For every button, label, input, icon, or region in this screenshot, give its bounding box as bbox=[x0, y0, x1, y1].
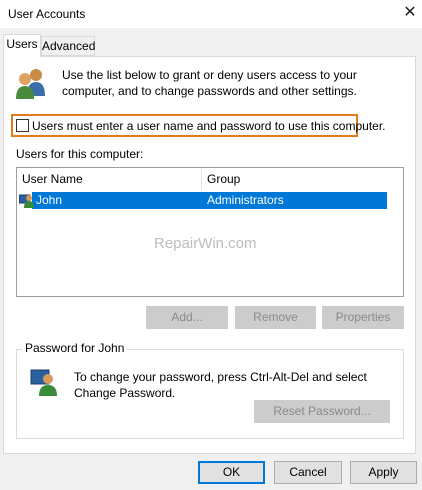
watermark: RepairWin.com bbox=[154, 235, 257, 252]
column-header-user-name[interactable]: User Name bbox=[22, 172, 83, 186]
users-list-label: Users for this computer: bbox=[16, 147, 144, 161]
password-group-title: Password for John bbox=[22, 341, 128, 355]
require-password-checkbox[interactable] bbox=[16, 119, 29, 132]
ok-button[interactable]: OK bbox=[198, 461, 265, 484]
password-instructions: To change your password, press Ctrl-Alt-… bbox=[74, 370, 367, 400]
column-separator[interactable] bbox=[201, 168, 202, 190]
tab-users[interactable]: Users bbox=[3, 34, 41, 57]
column-header-group[interactable]: Group bbox=[207, 172, 240, 186]
password-user-icon bbox=[30, 368, 58, 396]
require-password-label[interactable]: Users must enter a user name and passwor… bbox=[32, 119, 386, 133]
cancel-button[interactable]: Cancel bbox=[274, 461, 342, 484]
row-user-name[interactable]: John bbox=[36, 193, 62, 207]
window-title: User Accounts bbox=[8, 7, 86, 21]
row-group[interactable]: Administrators bbox=[207, 193, 284, 207]
info-text: Use the list below to grant or deny user… bbox=[62, 68, 357, 98]
remove-button[interactable]: Remove bbox=[235, 306, 316, 329]
users-icon bbox=[14, 66, 48, 100]
tab-advanced[interactable]: Advanced bbox=[41, 36, 95, 56]
user-icon bbox=[18, 192, 35, 208]
close-icon[interactable]: ✕ bbox=[400, 4, 420, 24]
add-button[interactable]: Add... bbox=[146, 306, 228, 329]
users-listview[interactable] bbox=[16, 167, 404, 297]
apply-button[interactable]: Apply bbox=[350, 461, 417, 484]
reset-password-button[interactable]: Reset Password... bbox=[254, 400, 390, 423]
properties-button[interactable]: Properties bbox=[322, 306, 404, 329]
